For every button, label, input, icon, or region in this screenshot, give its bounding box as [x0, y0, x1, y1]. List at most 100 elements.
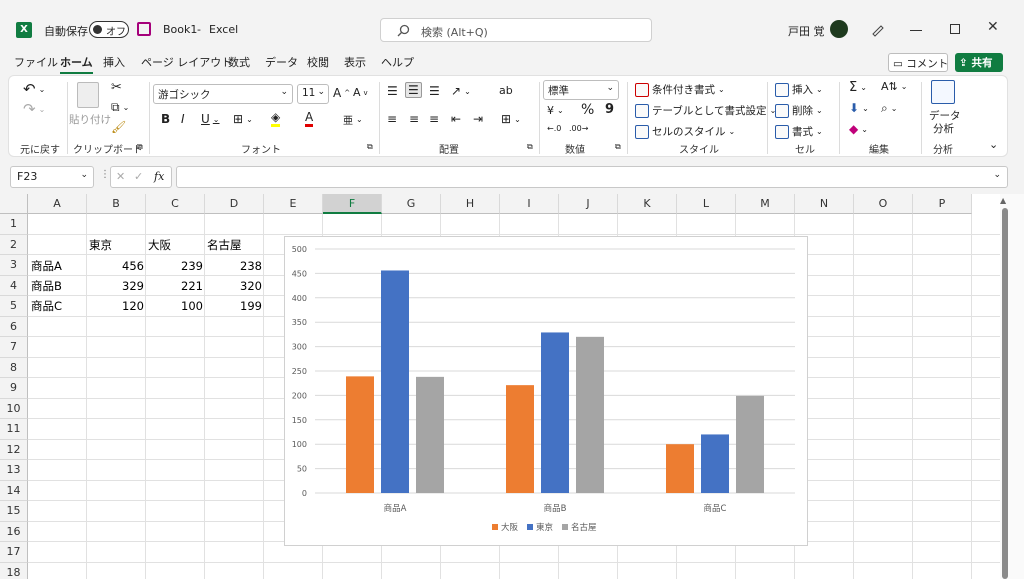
percent-icon[interactable]: % — [581, 102, 594, 118]
column-header-b[interactable]: B — [87, 194, 146, 214]
select-all-corner[interactable] — [0, 194, 28, 214]
close-icon[interactable]: ✕ — [987, 19, 999, 35]
row-header-12[interactable]: 12 — [0, 439, 28, 460]
legend-swatch[interactable] — [527, 524, 533, 530]
column-header-g[interactable]: G — [382, 194, 441, 214]
conditional-format-button[interactable]: 条件付き書式 ⌄ — [635, 82, 725, 97]
align-left-icon[interactable]: ≡ — [387, 112, 397, 126]
cancel-icon[interactable]: ✕ — [116, 170, 125, 183]
row-header-10[interactable]: 10 — [0, 398, 28, 419]
format-cells-button[interactable]: 書式 ⌄ — [775, 124, 823, 139]
share-button[interactable]: ⇪ 共有 — [955, 53, 1003, 72]
more-icon[interactable]: ⋮ — [100, 169, 110, 180]
insert-function-icon[interactable]: fx — [154, 170, 164, 183]
bar[interactable] — [666, 444, 694, 493]
font-color-icon[interactable]: A — [305, 110, 314, 127]
row-header-3[interactable]: 3 — [0, 255, 28, 276]
header-cell-tokyo[interactable]: 東京 — [89, 235, 112, 255]
chart-object[interactable]: 0 50 100 150 200 250 300 350 400 450 500 商品A 商品B 商品C 大… — [284, 236, 808, 546]
bar[interactable] — [416, 376, 444, 493]
format-painter-icon[interactable]: 🖌 — [111, 120, 126, 134]
tab-insert[interactable]: 挿入 — [103, 54, 125, 70]
row-header-16[interactable]: 16 — [0, 521, 28, 542]
column-header-a[interactable]: A — [28, 194, 87, 214]
underline-icon[interactable]: U ⌄ — [201, 112, 220, 126]
scroll-thumb[interactable] — [1002, 208, 1008, 579]
number-format-combo[interactable]: 標準 ⌄ — [543, 80, 619, 100]
bar[interactable] — [576, 336, 604, 493]
column-header-j[interactable]: J — [559, 194, 618, 214]
row-header-17[interactable]: 17 — [0, 542, 28, 563]
font-launcher-icon[interactable]: ⧉ — [367, 142, 373, 152]
row-label-c[interactable]: 商品C — [31, 296, 62, 316]
find-icon[interactable]: ⌕ ⌄ — [881, 101, 897, 116]
avatar[interactable] — [830, 20, 848, 38]
column-header-k[interactable]: K — [618, 194, 677, 214]
undo-button[interactable]: ↶ ⌄ — [23, 80, 45, 98]
column-header-n[interactable]: N — [795, 194, 854, 214]
scroll-up-icon[interactable]: ▲ — [1000, 196, 1006, 205]
merge-icon[interactable]: ⊞ ⌄ — [501, 112, 521, 126]
chevron-down-icon[interactable]: ⌄ — [993, 170, 1001, 180]
orientation-icon[interactable]: ↗ ⌄ — [451, 84, 471, 98]
increase-indent-icon[interactable]: ⇥ — [473, 112, 483, 126]
value-cell[interactable]: 329 — [88, 276, 144, 296]
row-header-11[interactable]: 11 — [0, 419, 28, 440]
row-header-9[interactable]: 9 — [0, 378, 28, 399]
row-label-a[interactable]: 商品A — [31, 256, 62, 276]
alignment-launcher-icon[interactable]: ⧉ — [527, 142, 533, 152]
paste-label[interactable]: 貼り付け — [69, 112, 111, 127]
comma-icon[interactable]: 9 — [605, 102, 614, 117]
value-cell[interactable]: 238 — [206, 256, 262, 276]
tab-file[interactable]: ファイル — [14, 54, 58, 70]
fill-color-icon[interactable]: ◈ — [271, 110, 281, 127]
header-cell-nagoya[interactable]: 名古屋 — [207, 235, 242, 255]
column-header-c[interactable]: C — [146, 194, 205, 214]
phonetic-icon[interactable]: 亜 ⌄ — [343, 112, 363, 127]
formula-input[interactable]: ⌄ — [176, 166, 1008, 188]
fill-icon[interactable]: ⬇ ⌄ — [849, 101, 869, 115]
row-header-14[interactable]: 14 — [0, 480, 28, 501]
column-header-f[interactable]: F — [323, 194, 382, 214]
autosum-icon[interactable]: Σ ⌄ — [849, 80, 867, 95]
align-middle-icon[interactable]: ☰ — [405, 82, 422, 98]
value-cell[interactable]: 120 — [88, 296, 144, 316]
italic-icon[interactable]: I — [181, 112, 185, 126]
bold-icon[interactable]: B — [161, 112, 170, 126]
value-cell[interactable]: 320 — [206, 276, 262, 296]
value-cell[interactable]: 456 — [88, 256, 144, 276]
row-header-4[interactable]: 4 — [0, 275, 28, 296]
decrease-indent-icon[interactable]: ⇤ — [451, 112, 461, 126]
maximize-icon[interactable] — [950, 24, 960, 34]
tab-view[interactable]: 表示 — [344, 54, 366, 70]
legend-label[interactable]: 東京 — [536, 522, 553, 533]
row-header-18[interactable]: 18 — [0, 562, 28, 579]
tab-help[interactable]: ヘルプ — [381, 54, 414, 70]
bar[interactable] — [736, 395, 764, 493]
delete-cells-button[interactable]: 削除 ⌄ — [775, 103, 823, 118]
row-header-15[interactable]: 15 — [0, 501, 28, 522]
column-header-h[interactable]: H — [441, 194, 500, 214]
pen-icon[interactable] — [870, 21, 886, 37]
row-header-8[interactable]: 8 — [0, 357, 28, 378]
insert-cells-button[interactable]: 挿入 ⌄ — [775, 82, 823, 97]
decrease-decimal-icon[interactable]: .00→ — [569, 124, 588, 133]
redo-button[interactable]: ↷ ⌄ — [23, 100, 45, 118]
decrease-font-icon[interactable]: Av — [353, 86, 368, 99]
enter-icon[interactable]: ✓ — [134, 170, 143, 183]
bar[interactable] — [346, 376, 374, 493]
legend-label[interactable]: 名古屋 — [571, 522, 597, 533]
row-label-b[interactable]: 商品B — [31, 276, 62, 296]
align-bottom-icon[interactable]: ☰ — [429, 84, 440, 98]
align-right-icon[interactable]: ≡ — [429, 112, 439, 126]
sort-filter-icon[interactable]: A⇅ ⌄ — [881, 80, 907, 93]
font-name-combo[interactable]: 游ゴシック ⌄ — [153, 84, 293, 104]
autosave-toggle[interactable]: オフ — [89, 21, 129, 38]
font-size-combo[interactable]: 11 ⌄ — [297, 84, 329, 104]
clipboard-launcher-icon[interactable]: ⧉ — [137, 142, 143, 152]
value-cell[interactable]: 239 — [147, 256, 203, 276]
cell-styles-button[interactable]: セルのスタイル ⌄ — [635, 124, 735, 139]
vertical-scrollbar[interactable]: ▲ — [1000, 194, 1024, 579]
legend-swatch[interactable] — [562, 524, 568, 530]
legend-label[interactable]: 大阪 — [501, 522, 519, 533]
